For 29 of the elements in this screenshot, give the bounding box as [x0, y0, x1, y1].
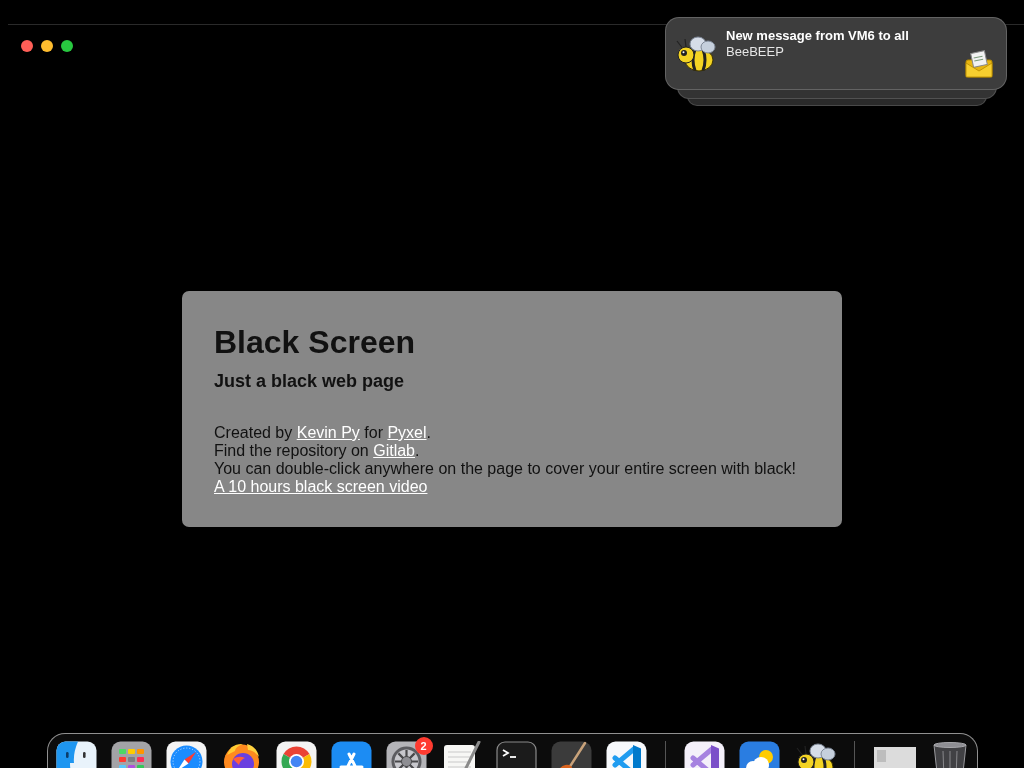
page-title: Black Screen [214, 324, 415, 361]
page-subtitle: Just a black web page [214, 370, 405, 392]
terminal-prompt-icon[interactable] [495, 741, 537, 768]
gear-icon[interactable] [385, 741, 427, 768]
ribbon-icon[interactable] [683, 741, 725, 768]
video-link[interactable]: A 10 hours black screen video [214, 478, 428, 495]
notification-app-name: BeeBEEP [726, 44, 784, 60]
text-link[interactable]: Kevin Py [296, 424, 360, 441]
app-grid-icon[interactable] [110, 741, 152, 768]
text-link[interactable]: Gitlab [373, 442, 415, 459]
guitar-icon[interactable] [550, 741, 592, 768]
cloud-sun-icon[interactable] [738, 741, 780, 768]
compass-icon[interactable] [165, 741, 207, 768]
minimize-button[interactable] [41, 40, 53, 52]
text-link[interactable]: Pyxel [387, 424, 427, 441]
trash-icon[interactable] [930, 741, 969, 768]
notification-badge: 2 [414, 737, 433, 755]
text-line: You can double-click anywhere on the page to cover your entire screen with black! [214, 460, 796, 478]
zoom-button[interactable] [61, 40, 73, 52]
notification-card[interactable]: New message from VM6 to all BeeBEEP [665, 17, 1007, 90]
a-shape-icon[interactable] [330, 741, 372, 768]
bee-icon [674, 34, 718, 74]
envelope-icon [964, 49, 994, 79]
ribbon-icon[interactable] [605, 741, 647, 768]
text-line: Find the repository on Gitlab. [214, 442, 420, 460]
notification-title: New message from VM6 to all [726, 28, 909, 44]
face-icon[interactable] [55, 741, 97, 768]
text-line: Created by Kevin Py for Pyxel. [214, 424, 431, 442]
close-button[interactable] [21, 40, 33, 52]
